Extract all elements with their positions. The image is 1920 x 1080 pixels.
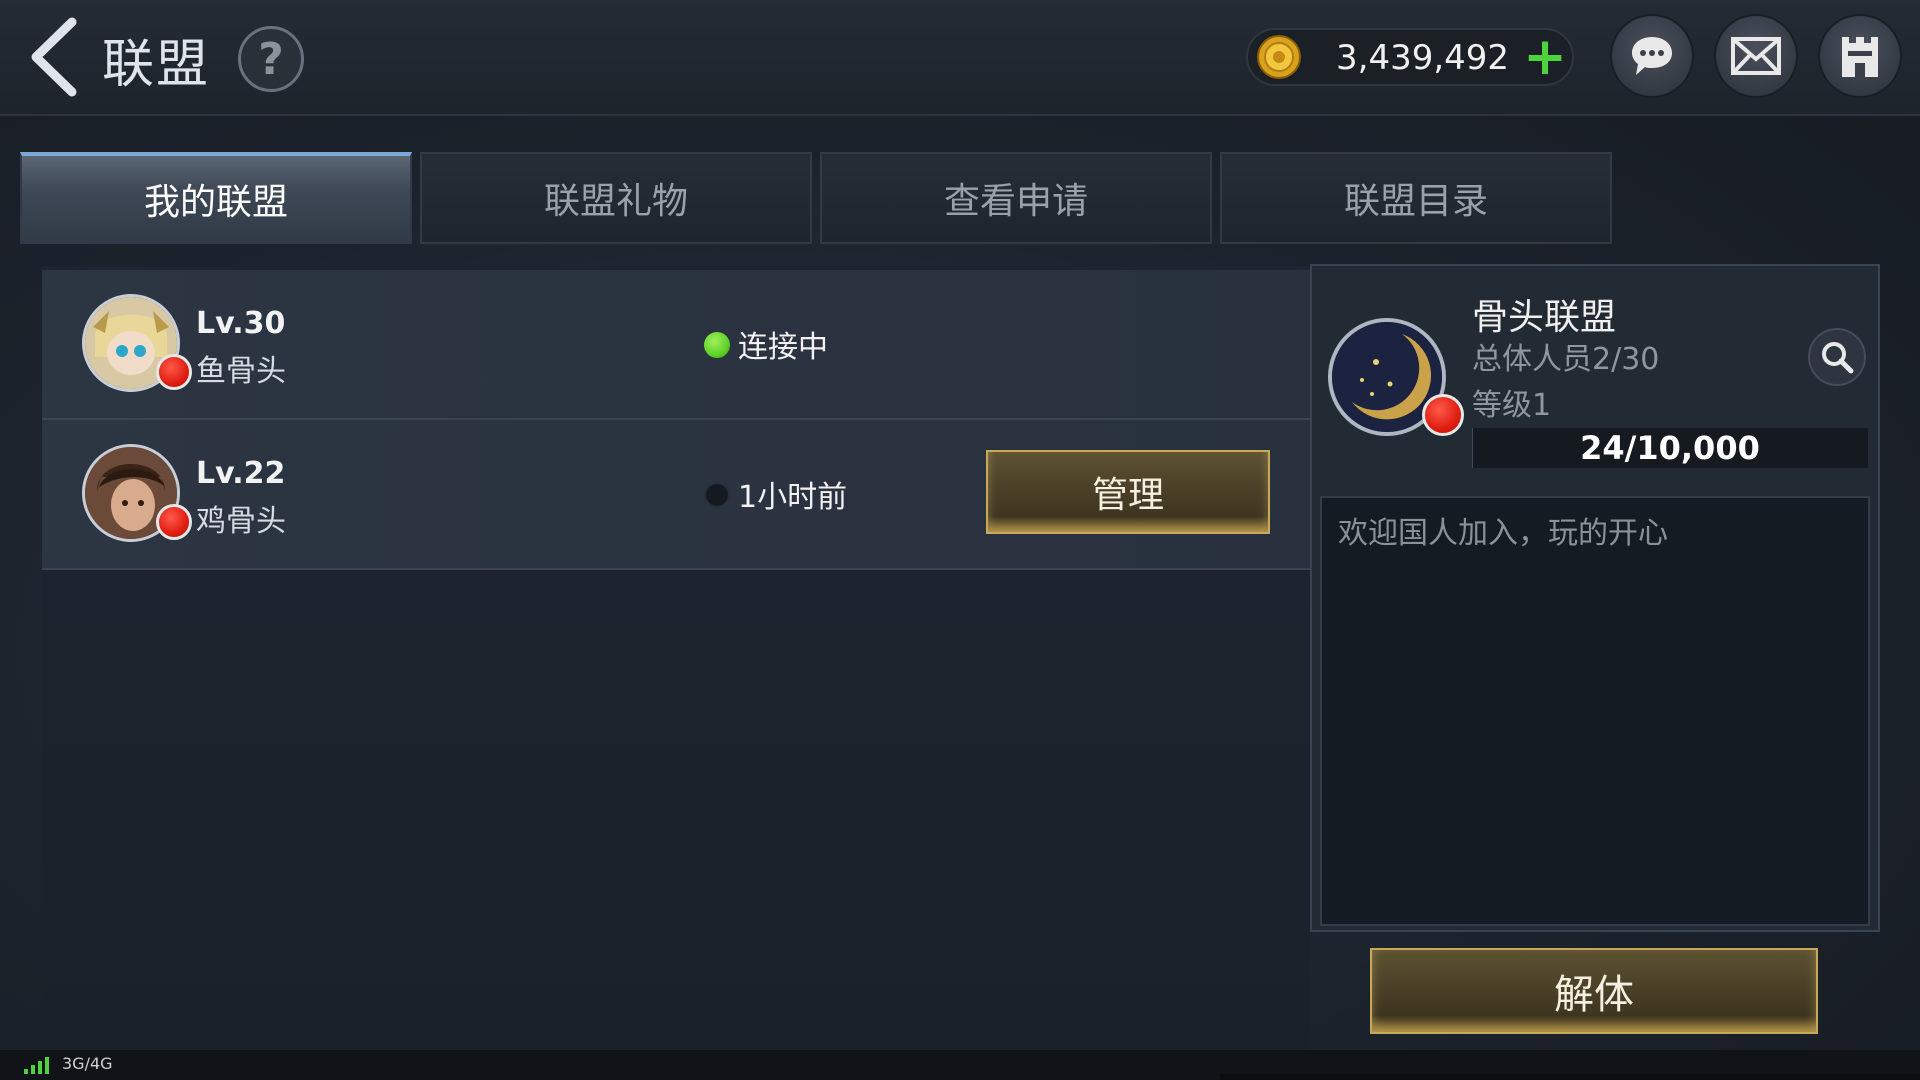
manage-button[interactable]: 管理 [986,450,1270,534]
china-flag-icon [156,354,192,390]
search-button[interactable] [1808,328,1866,386]
tab-label: 联盟目录 [1343,181,1488,222]
tab-label: 联盟礼物 [543,181,688,222]
tab-my-alliance[interactable]: 我的联盟 [20,152,412,244]
china-flag-icon [156,504,192,540]
disband-button-label: 解体 [1554,972,1634,1018]
add-icon: + [1523,27,1567,87]
network-type: 3G/4G [62,1054,113,1073]
offline-status-icon [704,482,730,508]
disband-button[interactable]: 解体 [1370,948,1818,1034]
alliance-info-panel: 骨头联盟 总体人员2/30 等级1 24/10,000 欢迎国人加入，玩的开心 [1310,264,1880,932]
alliance-member-count: 总体人员2/30 [1472,342,1660,377]
member-level: Lv.30 [196,306,286,341]
member-status: 连接中 [738,330,828,365]
alliance-progress-bar: 24/10,000 [1472,428,1868,468]
online-status-icon [704,332,730,358]
castle-button[interactable] [1818,14,1902,98]
coin-icon [1257,35,1301,79]
chat-icon [1632,37,1672,75]
signal-icon [24,1057,49,1074]
currency-value: 3,439,492 [1336,38,1510,78]
top-bar: 联盟 ? 3,439,492 + [0,0,1920,116]
member-level: Lv.22 [196,456,286,491]
tab-label: 查看申请 [943,181,1088,222]
progress-text: 24/10,000 [1580,429,1760,467]
back-button[interactable] [22,14,92,100]
add-currency-button[interactable]: + [1520,27,1570,87]
castle-icon [1842,37,1878,77]
china-flag-icon [1422,394,1464,436]
search-icon [1822,342,1854,374]
mail-icon [1731,37,1781,75]
mail-button[interactable] [1714,14,1798,98]
tab-label: 我的联盟 [143,182,288,223]
back-arrow-icon [31,17,77,97]
alliance-level: 等级1 [1472,388,1552,423]
manage-button-label: 管理 [1091,475,1164,516]
tab-view-applications[interactable]: 查看申请 [820,152,1212,244]
member-list: Lv.30 鱼骨头 连接中 Lv.22 鸡骨头 1小时前 管理 [42,266,1310,1052]
currency-display: 3,439,492 + [1246,27,1574,87]
member-name: 鱼骨头 [196,354,286,389]
page-title: 联盟 [102,35,211,95]
alliance-notice[interactable]: 欢迎国人加入，玩的开心 [1320,496,1870,926]
member-row[interactable]: Lv.22 鸡骨头 1小时前 管理 [42,420,1310,570]
tab-alliance-gifts[interactable]: 联盟礼物 [420,152,812,244]
help-button[interactable]: ? [238,26,304,92]
chat-button[interactable] [1610,14,1694,98]
bottom-edge [1220,1074,1920,1080]
alliance-name: 骨头联盟 [1472,297,1617,338]
tab-alliance-directory[interactable]: 联盟目录 [1220,152,1612,244]
member-row[interactable]: Lv.30 鱼骨头 连接中 [42,270,1310,420]
member-status: 1小时前 [738,480,848,515]
member-name: 鸡骨头 [196,504,286,539]
help-icon: ? [258,33,284,85]
